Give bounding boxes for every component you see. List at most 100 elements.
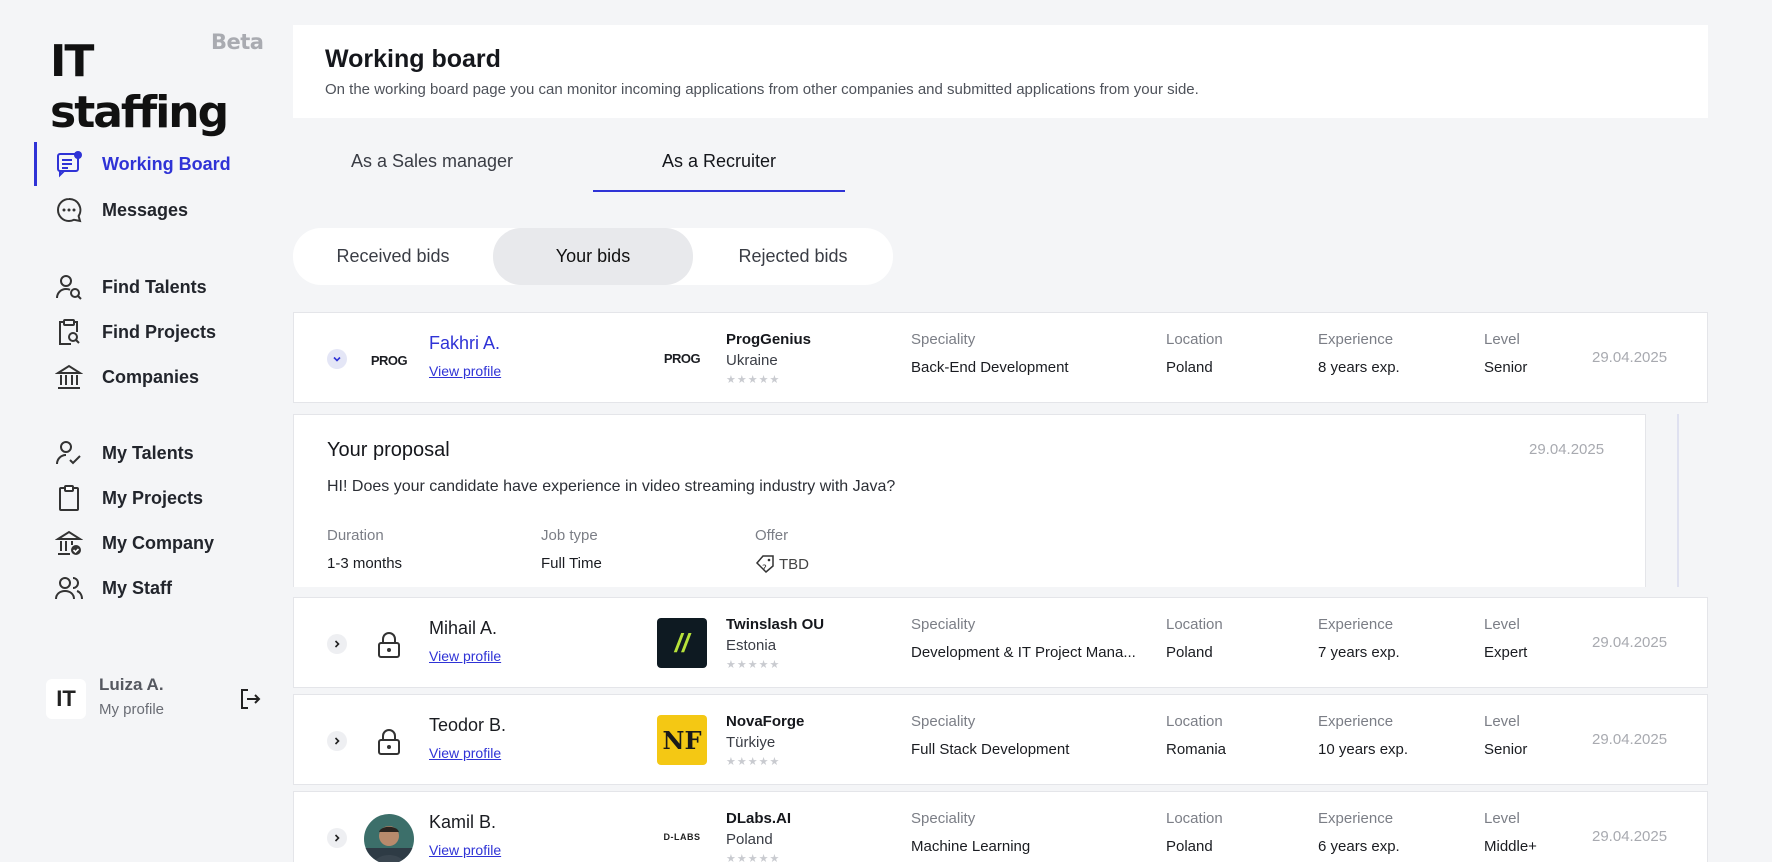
sidebar-item-find-talents[interactable]: Find Talents xyxy=(34,265,274,309)
sidebar-item-my-talents[interactable]: My Talents xyxy=(34,431,274,475)
location-value: Poland xyxy=(1166,644,1213,661)
tab-sales-manager[interactable]: As a Sales manager xyxy=(330,140,534,192)
speciality-label: Speciality xyxy=(911,331,976,348)
bid-row[interactable]: Mihail A. View profile // Twinslash OU E… xyxy=(293,597,1708,688)
rating-stars: ★★★★★ xyxy=(726,756,781,768)
chevron-right-icon[interactable] xyxy=(327,828,347,848)
avatar: IT xyxy=(46,679,86,719)
proposal-title: Your proposal xyxy=(327,439,450,461)
chevron-right-icon[interactable] xyxy=(327,634,347,654)
bid-date: 29.04.2025 xyxy=(1592,349,1668,366)
experience-value: 7 years exp. xyxy=(1318,644,1400,661)
page-description: On the working board page you can monito… xyxy=(325,81,1199,98)
candidate-name[interactable]: Fakhri A. xyxy=(429,333,500,354)
svg-text:?: ? xyxy=(762,564,767,573)
proposal-date: 29.04.2025 xyxy=(1529,441,1605,458)
company-country: Poland xyxy=(726,831,773,848)
page-title: Working board xyxy=(325,45,501,73)
level-value: Middle+ xyxy=(1484,838,1537,855)
location-label: Location xyxy=(1166,713,1223,730)
level-value: Senior xyxy=(1484,359,1528,376)
company-country: Ukraine xyxy=(726,352,778,369)
company-name: NovaForge xyxy=(726,713,805,730)
duration-value: 1-3 months xyxy=(327,555,403,572)
experience-value: 8 years exp. xyxy=(1318,359,1400,376)
tab-rejected-bids[interactable]: Rejected bids xyxy=(693,228,893,285)
avatar xyxy=(364,814,414,862)
candidate-name[interactable]: Kamil B. xyxy=(429,812,496,833)
sidebar-item-label: Messages xyxy=(102,199,189,220)
user-profile[interactable]: IT Luiza A. My profile xyxy=(46,675,266,721)
view-profile-link[interactable]: View profile xyxy=(429,363,501,379)
lock-icon xyxy=(364,620,414,670)
sidebar-item-my-projects[interactable]: My Projects xyxy=(34,476,274,520)
bid-date: 29.04.2025 xyxy=(1592,634,1668,651)
chevron-down-icon[interactable] xyxy=(327,349,347,369)
working-board-icon xyxy=(54,149,84,179)
duration-label: Duration xyxy=(327,527,384,544)
level-value: Expert xyxy=(1484,644,1528,661)
bid-date: 29.04.2025 xyxy=(1592,731,1668,748)
sidebar-item-my-company[interactable]: My Company xyxy=(34,521,274,565)
rating-stars: ★★★★★ xyxy=(726,374,781,386)
sidebar: IT staffing Beta Working Board Messages … xyxy=(0,0,280,862)
candidate-name[interactable]: Teodor B. xyxy=(429,715,506,736)
level-label: Level xyxy=(1484,616,1520,633)
sidebar-item-label: My Company xyxy=(102,532,215,553)
level-label: Level xyxy=(1484,810,1520,827)
location-value: Romania xyxy=(1166,741,1227,758)
view-profile-link[interactable]: View profile xyxy=(429,745,501,761)
sidebar-item-find-projects[interactable]: Find Projects xyxy=(34,310,274,354)
speciality-label: Speciality xyxy=(911,810,976,827)
chat-icon xyxy=(54,195,84,225)
experience-label: Experience xyxy=(1318,713,1394,730)
experience-label: Experience xyxy=(1318,810,1394,827)
chevron-right-icon[interactable] xyxy=(327,731,347,751)
sidebar-item-companies[interactable]: Companies xyxy=(34,355,274,399)
experience-label: Experience xyxy=(1318,616,1394,633)
offer-value: ? TBD xyxy=(755,555,809,573)
bid-row[interactable]: Teodor B. View profile NF NovaForge Türk… xyxy=(293,694,1708,785)
experience-value: 10 years exp. xyxy=(1318,741,1409,758)
location-label: Location xyxy=(1166,616,1223,633)
tab-received-bids[interactable]: Received bids xyxy=(293,228,493,285)
level-label: Level xyxy=(1484,331,1520,348)
speciality-label: Speciality xyxy=(911,616,976,633)
experience-label: Experience xyxy=(1318,331,1394,348)
proposal-panel: Your proposal 29.04.2025 HI! Does your c… xyxy=(293,414,1646,587)
location-label: Location xyxy=(1166,331,1223,348)
price-tag-icon: ? xyxy=(755,555,775,573)
bid-row[interactable]: Kamil B. View profile D-LABS DLabs.AI Po… xyxy=(293,791,1708,862)
sidebar-item-messages[interactable]: Messages xyxy=(34,188,274,232)
candidate-name[interactable]: Mihail A. xyxy=(429,618,497,639)
location-value: Poland xyxy=(1166,838,1213,855)
sidebar-item-working-board[interactable]: Working Board xyxy=(34,142,274,186)
sidebar-item-label: Working Board xyxy=(102,153,231,174)
company-country: Türkiye xyxy=(726,734,776,751)
tab-recruiter[interactable]: As a Recruiter xyxy=(593,140,845,192)
beta-badge: Beta xyxy=(211,30,264,54)
view-profile-link[interactable]: View profile xyxy=(429,648,501,664)
tab-your-bids[interactable]: Your bids xyxy=(493,228,693,285)
sidebar-item-my-staff[interactable]: My Staff xyxy=(34,566,274,610)
company-logo: // xyxy=(657,618,707,668)
offer-text: TBD xyxy=(779,555,809,573)
location-value: Poland xyxy=(1166,359,1213,376)
proposal-message: HI! Does your candidate have experience … xyxy=(327,478,896,495)
view-profile-link[interactable]: View profile xyxy=(429,842,501,858)
proposal-divider xyxy=(1677,414,1679,587)
company-name: ProgGenius xyxy=(726,331,812,348)
page-header: Working board On the working board page … xyxy=(293,25,1708,118)
level-value: Senior xyxy=(1484,741,1528,758)
clipboard-search-icon xyxy=(54,317,84,347)
bid-date: 29.04.2025 xyxy=(1592,828,1668,845)
sidebar-item-label: My Projects xyxy=(102,487,204,508)
my-profile-link[interactable]: My profile xyxy=(99,701,164,718)
offer-label: Offer xyxy=(755,527,789,544)
bid-row[interactable]: PROG Fakhri A. View profile PROG ProgGen… xyxy=(293,312,1708,403)
sidebar-item-label: My Talents xyxy=(102,442,194,463)
sidebar-item-label: My Staff xyxy=(102,577,173,598)
job-type-label: Job type xyxy=(541,527,598,544)
sidebar-item-label: Find Talents xyxy=(102,276,207,297)
logout-icon[interactable] xyxy=(238,687,262,711)
